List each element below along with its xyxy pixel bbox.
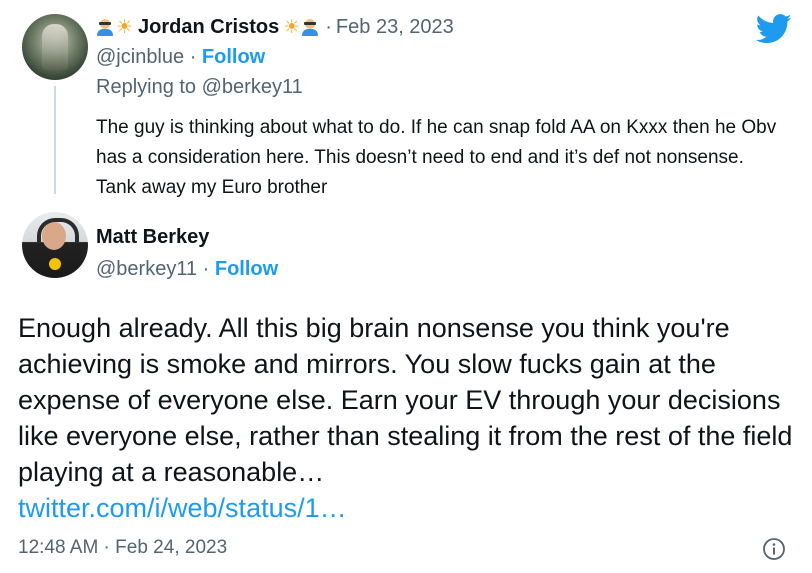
follow-button[interactable]: Follow xyxy=(215,258,278,280)
person-with-sunglasses-icon xyxy=(301,18,319,36)
separator-dot: · xyxy=(202,258,215,280)
follow-button[interactable]: Follow xyxy=(202,46,265,68)
separator-dot: · xyxy=(189,46,202,68)
separator-dot: · xyxy=(325,15,332,38)
reply-author-row: ☀ Jordan Cristos ☀ · Feb 23, 2023 xyxy=(96,12,454,42)
info-icon[interactable] xyxy=(762,537,786,561)
main-tweet-text: Enough already. All this big brain nonse… xyxy=(18,313,793,487)
main-timestamp[interactable]: 12:48 AM · Feb 24, 2023 xyxy=(18,537,227,559)
avatar-figure xyxy=(42,24,68,70)
reply-handle-row: @jcinblue · Follow xyxy=(96,46,265,69)
avatar-jordan-cristos[interactable] xyxy=(22,14,88,80)
thread-connector-line xyxy=(54,86,56,194)
reply-date[interactable]: Feb 23, 2023 xyxy=(336,16,454,39)
twitter-bird-icon[interactable] xyxy=(756,14,792,44)
reply-display-name[interactable]: Jordan Cristos xyxy=(138,16,279,39)
avatar-shirt-logo xyxy=(49,258,61,270)
main-handle[interactable]: @berkey11 xyxy=(96,258,197,280)
replying-to[interactable]: Replying to @berkey11 xyxy=(96,76,303,99)
avatar-headphones xyxy=(37,218,79,242)
sun-icon: ☀ xyxy=(116,15,134,38)
status-link[interactable]: twitter.com/i/web/status/1… xyxy=(18,493,347,523)
main-handle-row: @berkey11 · Follow xyxy=(96,258,278,281)
main-tweet-body: Enough already. All this big brain nonse… xyxy=(18,310,808,526)
reply-handle[interactable]: @jcinblue xyxy=(96,46,184,68)
avatar-matt-berkey[interactable] xyxy=(22,212,88,278)
person-with-sunglasses-icon xyxy=(96,18,114,36)
main-display-name[interactable]: Matt Berkey xyxy=(96,226,209,249)
reply-tweet-text: The guy is thinking about what to do. If… xyxy=(96,117,777,198)
sun-icon: ☀ xyxy=(283,15,301,38)
